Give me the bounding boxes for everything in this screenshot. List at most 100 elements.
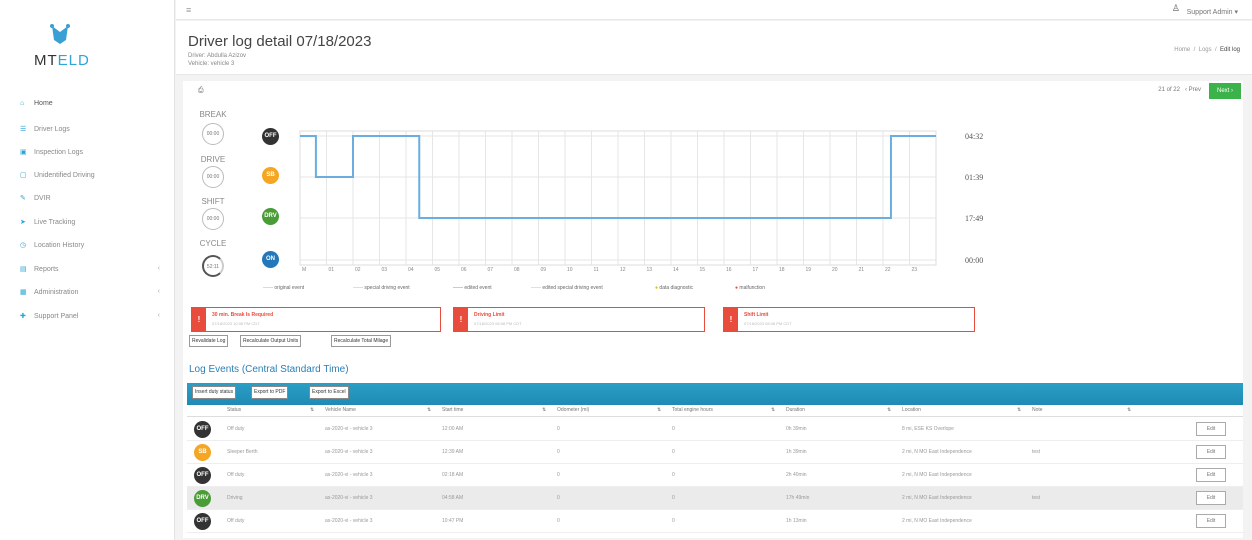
breadcrumb-current: Edit log bbox=[1219, 47, 1240, 53]
breadcrumb-home[interactable]: Home bbox=[1174, 47, 1190, 53]
table-row[interactable]: OFF Off duty as-2020-vi - vehicle 3 10:47 P… bbox=[187, 510, 1243, 533]
engine-hours-cell: 0 bbox=[672, 518, 675, 524]
x-tick-label: 18 bbox=[779, 267, 785, 273]
duration-cell: 2h 40min bbox=[786, 472, 807, 478]
nav-administration[interactable]: ▦ Administration ‹ bbox=[20, 288, 160, 302]
sort-icon[interactable]: ⇅ bbox=[657, 407, 661, 413]
table-row[interactable]: OFF Off duty as-2020-vi - vehicle 3 12:00 A… bbox=[187, 418, 1243, 441]
table-row[interactable]: DRV Driving as-2020-vi - vehicle 3 04:58 AM… bbox=[187, 487, 1243, 510]
x-tick-label: 01 bbox=[329, 267, 335, 273]
engine-hours-cell: 0 bbox=[672, 495, 675, 501]
alert-date: 07/18/2023 08:08 PM CDT bbox=[474, 321, 522, 326]
recalculate-output-button[interactable]: Recalculate Output Units bbox=[240, 335, 302, 347]
x-tick-label: M bbox=[302, 267, 306, 273]
col-odometer[interactable]: Odometer (mi) bbox=[557, 407, 589, 413]
breadcrumb-logs[interactable]: Logs bbox=[1199, 47, 1212, 53]
nav-location-history[interactable]: ◷ Location History bbox=[20, 241, 160, 255]
x-tick-label: 22 bbox=[885, 267, 891, 273]
revalidate-log-button[interactable]: Revalidate Log bbox=[189, 335, 229, 347]
location-icon: ➤ bbox=[20, 219, 26, 226]
duration-cell: 17h 49min bbox=[786, 495, 810, 501]
status-label: Off duty bbox=[227, 518, 245, 524]
col-engine-hours[interactable]: Total engine hours bbox=[672, 407, 713, 413]
col-duration[interactable]: Duration bbox=[786, 407, 805, 413]
nav-home[interactable]: ⌂ Home bbox=[20, 100, 160, 114]
start-cell: 04:58 AM bbox=[442, 495, 464, 501]
breadcrumb: Home / Logs / Edit log bbox=[1174, 47, 1240, 53]
engine-hours-cell: 0 bbox=[672, 472, 675, 478]
alert-date: 07/18/2023 08:08 PM CDT bbox=[744, 321, 792, 326]
odometer-cell: 0 bbox=[557, 472, 560, 478]
nav-dvir[interactable]: ✎ DVIR bbox=[20, 194, 160, 208]
alert-date: 07/18/2023 10:08 PM CDT bbox=[212, 321, 260, 326]
status-label: Sleeper Berth bbox=[227, 449, 258, 455]
sort-icon[interactable]: ⇅ bbox=[542, 407, 546, 413]
chevron-icon: ‹ bbox=[157, 288, 160, 295]
location-cell: 2 mi, N MO East Independence bbox=[902, 518, 972, 524]
recalculate-milage-button[interactable]: Recalculate Total Milage bbox=[331, 335, 392, 347]
sort-icon[interactable]: ⇅ bbox=[1127, 407, 1131, 413]
edit-button[interactable]: Edit bbox=[1196, 491, 1226, 505]
x-tick-label: 02 bbox=[355, 267, 361, 273]
x-tick-label: 21 bbox=[859, 267, 865, 273]
x-tick-label: 04 bbox=[408, 267, 414, 273]
start-cell: 02:18 AM bbox=[442, 472, 464, 478]
alert-driving-limit: ! Driving Limit 07/18/2023 08:08 PM CDT bbox=[453, 307, 705, 332]
nav-driver-logs[interactable]: ☰ Driver Logs bbox=[20, 125, 160, 139]
x-tick-label: 11 bbox=[594, 267, 599, 273]
col-note[interactable]: Note bbox=[1032, 407, 1043, 413]
nav-inspection-logs[interactable]: ▣ Inspection Logs bbox=[20, 148, 160, 162]
col-status[interactable]: Status bbox=[227, 407, 241, 413]
edit-button[interactable]: Edit bbox=[1196, 445, 1226, 459]
nav-live-tracking[interactable]: ➤ Live Tracking bbox=[20, 218, 160, 232]
page-header: Driver log detail 07/18/2023 Driver: Abd… bbox=[176, 21, 1252, 75]
section-title: Log Events (Central Standard Time) bbox=[189, 364, 349, 375]
sort-icon[interactable]: ⇅ bbox=[1017, 407, 1021, 413]
nav-reports[interactable]: ▤ Reports ‹ bbox=[20, 265, 160, 279]
edit-button[interactable]: Edit bbox=[1196, 514, 1226, 528]
support-icon: ✚ bbox=[20, 313, 26, 320]
sort-icon[interactable]: ⇅ bbox=[771, 407, 775, 413]
export-excel-button[interactable]: Export to Excel bbox=[309, 386, 349, 399]
x-tick-label: 10 bbox=[567, 267, 573, 273]
logo-text: MTELD bbox=[34, 52, 90, 69]
status-badge: SB bbox=[194, 444, 211, 461]
x-tick-label: 06 bbox=[461, 267, 467, 273]
sort-icon[interactable]: ⇅ bbox=[427, 407, 431, 413]
question-icon: ▢ bbox=[20, 172, 27, 179]
alert-title: Shift Limit bbox=[744, 312, 769, 318]
edit-button[interactable]: Edit bbox=[1196, 468, 1226, 482]
odometer-cell: 0 bbox=[557, 426, 560, 432]
table-row[interactable]: OFF Off duty as-2020-vi - vehicle 3 02:18 A… bbox=[187, 464, 1243, 487]
x-tick-label: 16 bbox=[726, 267, 732, 273]
edit-button[interactable]: Edit bbox=[1196, 422, 1226, 436]
wrench-icon: ✎ bbox=[20, 195, 26, 202]
x-tick-label: 07 bbox=[488, 267, 494, 273]
chevron-icon: ‹ bbox=[157, 265, 160, 272]
x-tick-label: 12 bbox=[620, 267, 626, 273]
sort-icon[interactable]: ⇅ bbox=[310, 407, 314, 413]
nav-support-panel[interactable]: ✚ Support Panel ‹ bbox=[20, 312, 160, 326]
note-cell: test bbox=[1032, 495, 1041, 501]
alert-title: 30 min. Break Is Required bbox=[212, 312, 274, 318]
status-label: Off duty bbox=[227, 472, 245, 478]
col-start-time[interactable]: Start time bbox=[442, 407, 463, 413]
sort-icon[interactable]: ⇅ bbox=[887, 407, 891, 413]
driver-name: Driver: Abdulla Azizov bbox=[188, 53, 247, 59]
engine-hours-cell: 0 bbox=[672, 449, 675, 455]
table-header: Status ⇅ Vehicle Name ⇅ Start time ⇅ Odo… bbox=[187, 405, 1243, 417]
col-vehicle[interactable]: Vehicle Name bbox=[325, 407, 356, 413]
menu-toggle-icon[interactable]: ≡ bbox=[186, 5, 191, 15]
status-total: 17:49 bbox=[965, 214, 983, 223]
insert-duty-status-button[interactable]: Insert duty status bbox=[192, 386, 237, 399]
x-tick-label: 03 bbox=[382, 267, 388, 273]
col-location[interactable]: Location bbox=[902, 407, 921, 413]
user-menu[interactable]: Support Admin ▾ bbox=[1187, 8, 1238, 16]
export-pdf-button[interactable]: Export to PDF bbox=[251, 386, 289, 399]
duty-status-chart: M 01 02 03 04 05 06 07 08 09 10 11 12 13 14 15 16 17 18 19 2… bbox=[299, 130, 983, 273]
table-row[interactable]: SB Sleeper Berth as-2020-vi - vehicle 3 12:… bbox=[187, 441, 1243, 464]
chevron-icon: ‹ bbox=[157, 312, 160, 319]
nav-unidentified-driving[interactable]: ▢ Unidentified Driving bbox=[20, 171, 160, 185]
status-label: Off duty bbox=[227, 426, 245, 432]
odometer-cell: 0 bbox=[557, 449, 560, 455]
